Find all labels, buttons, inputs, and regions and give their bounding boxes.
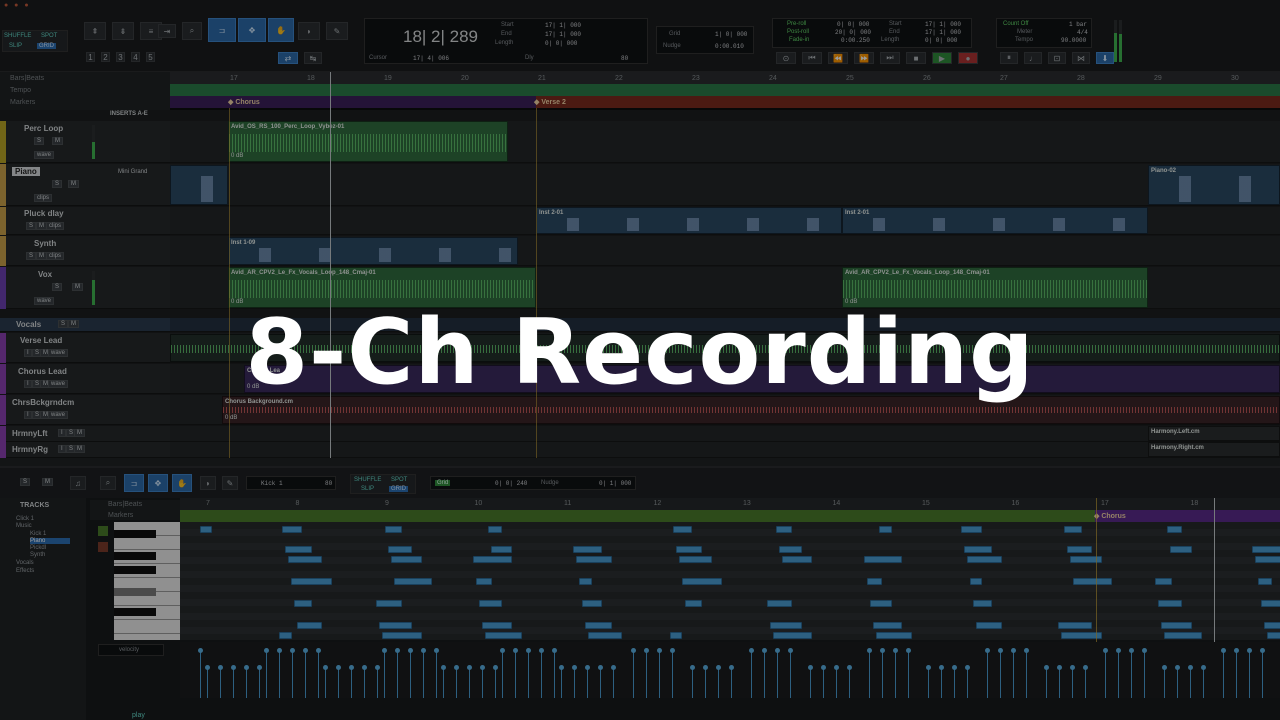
- overlay-title: 8-Ch Recording: [245, 300, 1035, 405]
